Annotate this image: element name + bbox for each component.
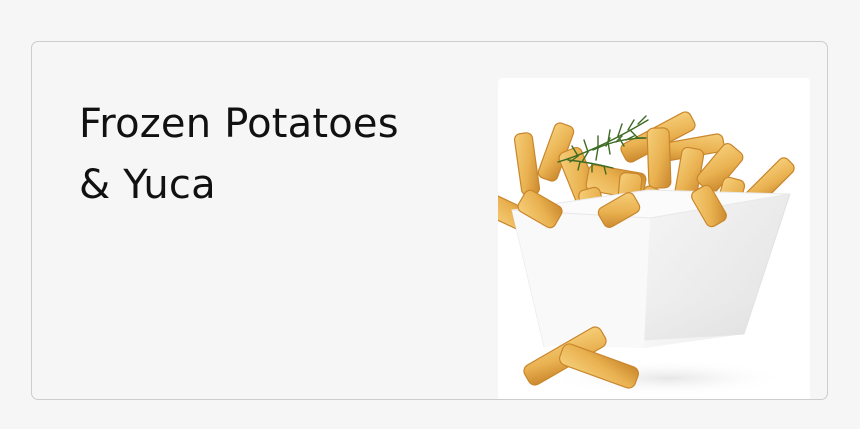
category-title: Frozen Potatoes & Yuca <box>79 94 479 216</box>
category-title-line-1: Frozen Potatoes <box>79 101 399 147</box>
category-image <box>498 78 810 399</box>
category-card-frozen-potatoes-yuca[interactable]: Frozen Potatoes & Yuca <box>31 41 828 400</box>
french-fries-bowl-illustration <box>498 111 795 396</box>
category-title-line-2: & Yuca <box>79 162 216 208</box>
